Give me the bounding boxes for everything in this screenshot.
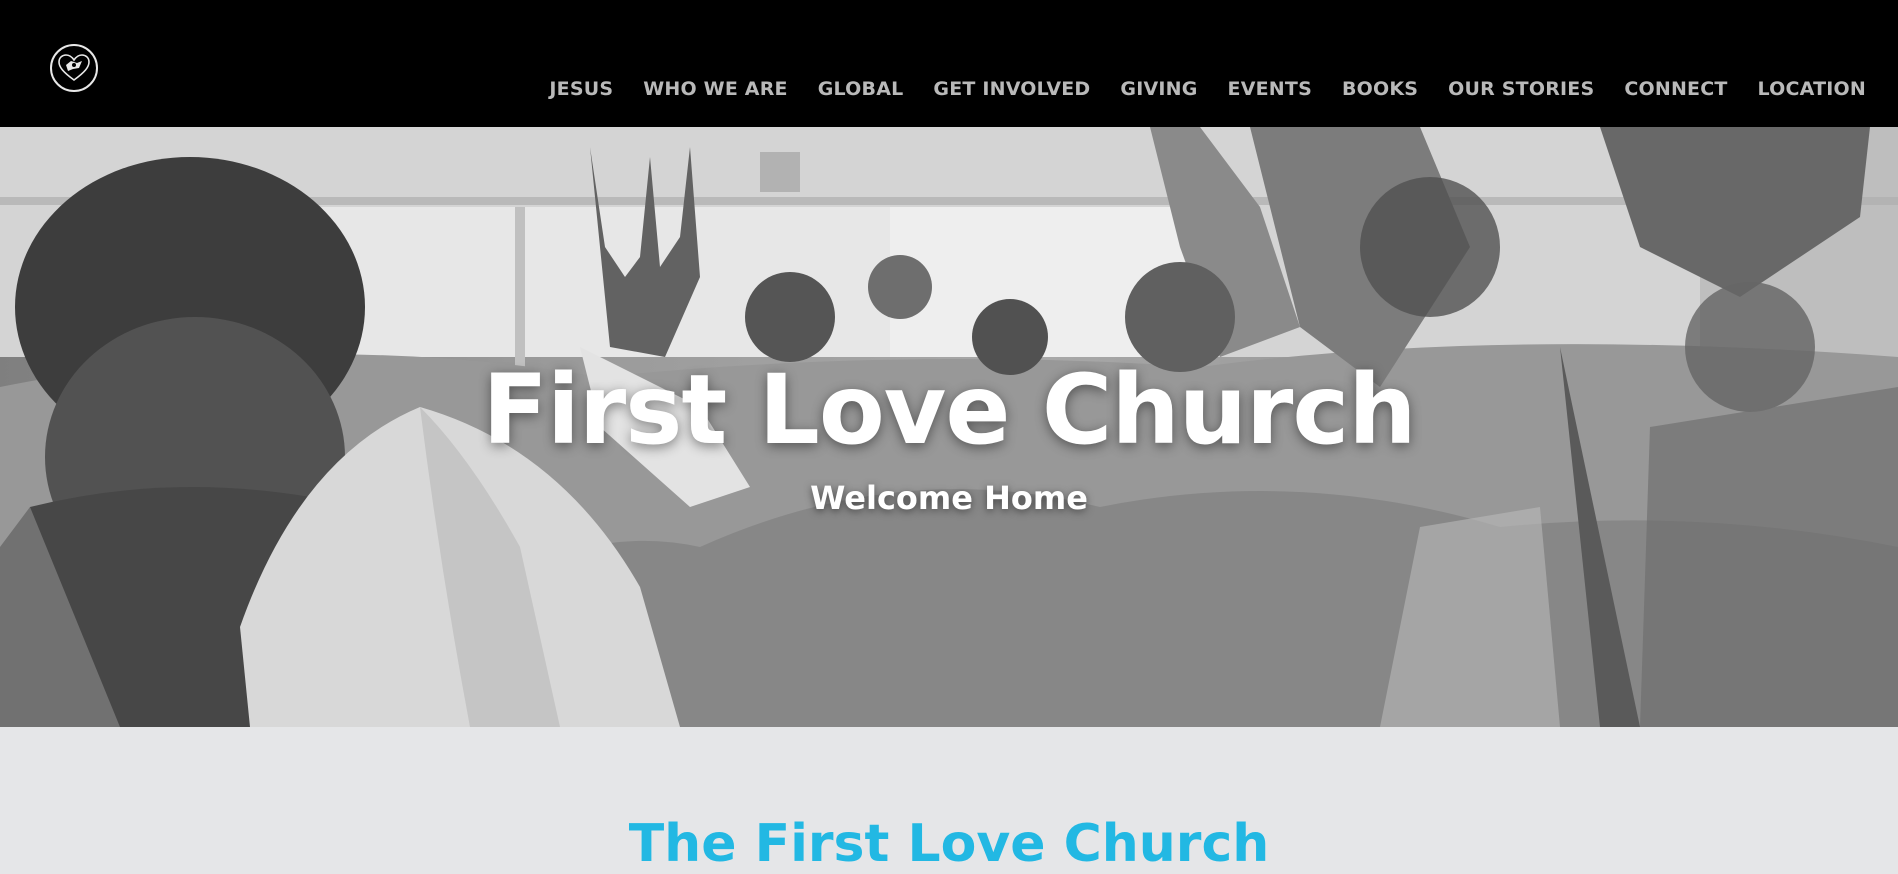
nav-item-our-stories[interactable]: OUR STORIES (1448, 78, 1594, 100)
nav-item-who-we-are[interactable]: WHO WE ARE (643, 78, 788, 100)
main-nav: JESUS WHO WE ARE GLOBAL GET INVOLVED GIV… (549, 78, 1866, 100)
nav-item-events[interactable]: EVENTS (1228, 78, 1312, 100)
nav-item-giving[interactable]: GIVING (1120, 78, 1197, 100)
hero-title: First Love Church (482, 354, 1416, 466)
nav-item-connect[interactable]: CONNECT (1624, 78, 1727, 100)
church-logo-icon[interactable] (50, 44, 98, 92)
hero-subtitle: Welcome Home (810, 479, 1088, 517)
site-header: JESUS WHO WE ARE GLOBAL GET INVOLVED GIV… (0, 0, 1898, 127)
section-title: The First Love Church (628, 814, 1270, 874)
hero-banner: First Love Church Welcome Home (0, 127, 1898, 727)
nav-item-get-involved[interactable]: GET INVOLVED (933, 78, 1090, 100)
nav-item-global[interactable]: GLOBAL (818, 78, 904, 100)
nav-item-jesus[interactable]: JESUS (549, 78, 613, 100)
nav-item-location[interactable]: LOCATION (1758, 78, 1866, 100)
nav-item-books[interactable]: BOOKS (1342, 78, 1418, 100)
